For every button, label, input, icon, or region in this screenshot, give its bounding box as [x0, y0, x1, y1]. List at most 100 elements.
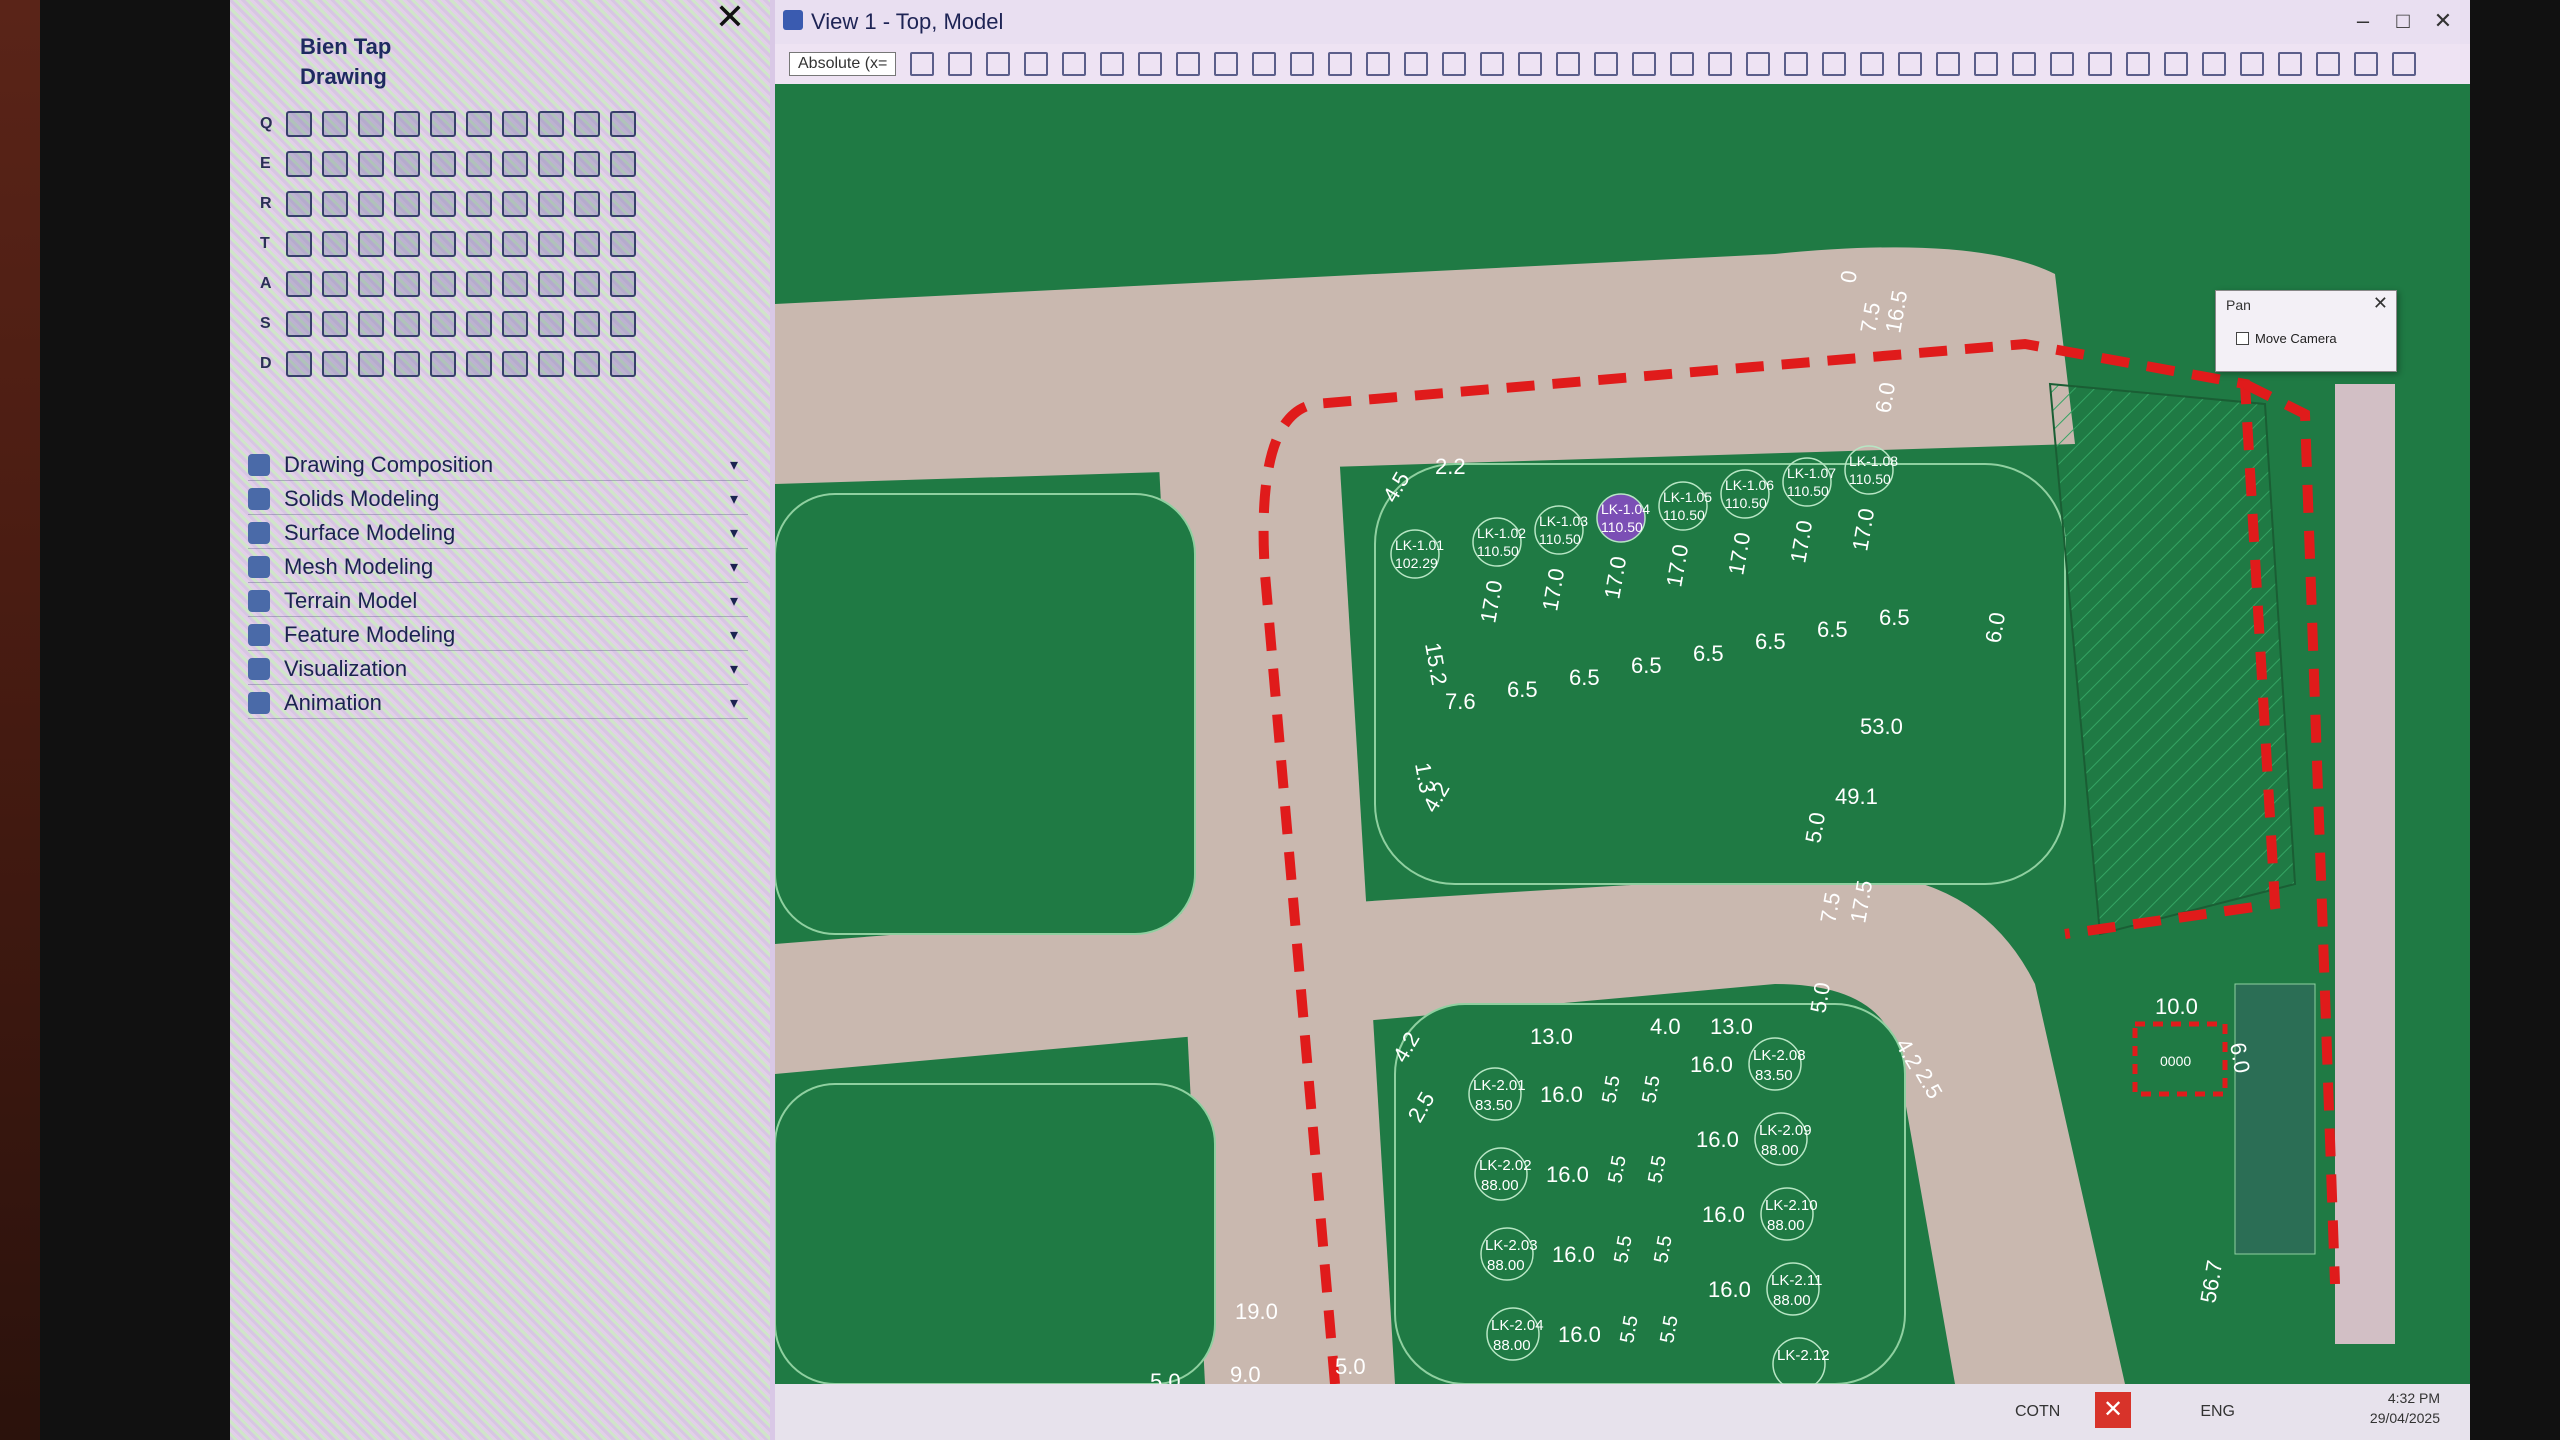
- toolbar-button[interactable]: [1100, 52, 1125, 76]
- toolbar-button[interactable]: [1024, 52, 1049, 76]
- tool-button[interactable]: [610, 191, 636, 217]
- toolbar-button[interactable]: [2164, 52, 2189, 76]
- toolbar-button[interactable]: [2240, 52, 2265, 76]
- toolbar-button[interactable]: [2088, 52, 2113, 76]
- tool-button[interactable]: [286, 231, 312, 257]
- toolbar-button[interactable]: [1328, 52, 1353, 76]
- tool-button[interactable]: [286, 311, 312, 337]
- drawing-group-title[interactable]: Drawing: [300, 64, 387, 90]
- tool-button[interactable]: [538, 111, 564, 137]
- toolbar-button[interactable]: [2202, 52, 2227, 76]
- chevron-down-icon[interactable]: ▾: [730, 455, 738, 475]
- toolbar-button[interactable]: [1480, 52, 1505, 76]
- tool-button[interactable]: [286, 271, 312, 297]
- close-icon[interactable]: ✕: [2426, 6, 2460, 36]
- tool-button[interactable]: [394, 111, 420, 137]
- tool-button[interactable]: [394, 271, 420, 297]
- toolbar-button[interactable]: [1290, 52, 1315, 76]
- toolbar-button[interactable]: [1138, 52, 1163, 76]
- toolbar-button[interactable]: [1404, 52, 1429, 76]
- site-plan-map[interactable]: 0000 4.52.215.253.049.11.34.25.07.5 17.56…: [775, 84, 2470, 1384]
- toolbar-button[interactable]: [1784, 52, 1809, 76]
- tool-button[interactable]: [358, 351, 384, 377]
- chevron-down-icon[interactable]: ▾: [730, 591, 738, 611]
- chevron-down-icon[interactable]: ▾: [730, 625, 738, 645]
- close-icon[interactable]: ✕: [2373, 293, 2388, 314]
- tool-button[interactable]: [574, 231, 600, 257]
- tool-button[interactable]: [358, 271, 384, 297]
- chevron-down-icon[interactable]: ▾: [730, 659, 738, 679]
- coordinate-mode-select[interactable]: Absolute (x=: [789, 52, 897, 76]
- language-indicator[interactable]: ENG: [2200, 1403, 2235, 1421]
- tool-button[interactable]: [538, 311, 564, 337]
- close-icon[interactable]: ✕: [2095, 1392, 2131, 1428]
- taskbar-clock[interactable]: 4:32 PM 29/04/2025: [2370, 1388, 2440, 1428]
- tool-button[interactable]: [322, 271, 348, 297]
- toolbar-button[interactable]: [986, 52, 1011, 76]
- tool-button[interactable]: [502, 271, 528, 297]
- toolbar-button[interactable]: [1746, 52, 1771, 76]
- tool-button[interactable]: [502, 191, 528, 217]
- toolbar-button[interactable]: [1062, 52, 1087, 76]
- chevron-down-icon[interactable]: ▾: [730, 523, 738, 543]
- tool-button[interactable]: [466, 111, 492, 137]
- toolbar-button[interactable]: [1518, 52, 1543, 76]
- tool-button[interactable]: [322, 311, 348, 337]
- tool-button[interactable]: [430, 191, 456, 217]
- tool-category[interactable]: Terrain Model ▾: [248, 586, 748, 617]
- close-icon[interactable]: ✕: [710, 0, 750, 35]
- tool-button[interactable]: [358, 151, 384, 177]
- tool-button[interactable]: [502, 231, 528, 257]
- tool-button[interactable]: [610, 271, 636, 297]
- toolbar-button[interactable]: [1252, 52, 1277, 76]
- chevron-down-icon[interactable]: ▾: [730, 489, 738, 509]
- tool-button[interactable]: [610, 231, 636, 257]
- tool-button[interactable]: [538, 271, 564, 297]
- toolbar-button[interactable]: [2050, 52, 2075, 76]
- tool-button[interactable]: [574, 271, 600, 297]
- chevron-down-icon[interactable]: ▾: [730, 557, 738, 577]
- toolbar-button[interactable]: [1214, 52, 1239, 76]
- toolbar-button[interactable]: [1936, 52, 1961, 76]
- tool-button[interactable]: [466, 351, 492, 377]
- tool-button[interactable]: [430, 151, 456, 177]
- tool-button[interactable]: [322, 231, 348, 257]
- maximize-button[interactable]: □: [2386, 6, 2420, 36]
- tool-button[interactable]: [358, 231, 384, 257]
- toolbar-button[interactable]: [1632, 52, 1657, 76]
- toolbar-button[interactable]: [2354, 52, 2379, 76]
- tool-button[interactable]: [322, 351, 348, 377]
- tool-button[interactable]: [466, 271, 492, 297]
- tool-button[interactable]: [394, 231, 420, 257]
- tool-button[interactable]: [610, 351, 636, 377]
- tool-button[interactable]: [538, 231, 564, 257]
- toolbar-button[interactable]: [2012, 52, 2037, 76]
- tool-button[interactable]: [538, 351, 564, 377]
- tool-button[interactable]: [466, 151, 492, 177]
- tool-button[interactable]: [322, 191, 348, 217]
- tool-button[interactable]: [574, 151, 600, 177]
- toolbar-button[interactable]: [1974, 52, 1999, 76]
- tool-category[interactable]: Mesh Modeling ▾: [248, 552, 748, 583]
- tool-button[interactable]: [466, 231, 492, 257]
- toolbar-button[interactable]: [1556, 52, 1581, 76]
- tool-button[interactable]: [430, 271, 456, 297]
- toolbar-button[interactable]: [1822, 52, 1847, 76]
- tool-button[interactable]: [430, 351, 456, 377]
- minimize-button[interactable]: –: [2346, 6, 2380, 36]
- tool-button[interactable]: [286, 151, 312, 177]
- tool-button[interactable]: [610, 311, 636, 337]
- toolbar-button[interactable]: [1860, 52, 1885, 76]
- tool-category[interactable]: Solids Modeling ▾: [248, 484, 748, 515]
- tool-button[interactable]: [322, 151, 348, 177]
- tool-button[interactable]: [466, 191, 492, 217]
- chevron-down-icon[interactable]: ▾: [730, 693, 738, 713]
- toolbar-button[interactable]: [2278, 52, 2303, 76]
- toolbar-button[interactable]: [1670, 52, 1695, 76]
- tool-button[interactable]: [466, 311, 492, 337]
- tool-category[interactable]: Visualization ▾: [248, 654, 748, 685]
- toolbar-button[interactable]: [1442, 52, 1467, 76]
- toolbar-button[interactable]: [1176, 52, 1201, 76]
- move-camera-checkbox[interactable]: Move Camera: [2236, 331, 2337, 346]
- tool-category[interactable]: Drawing Composition ▾: [248, 450, 748, 481]
